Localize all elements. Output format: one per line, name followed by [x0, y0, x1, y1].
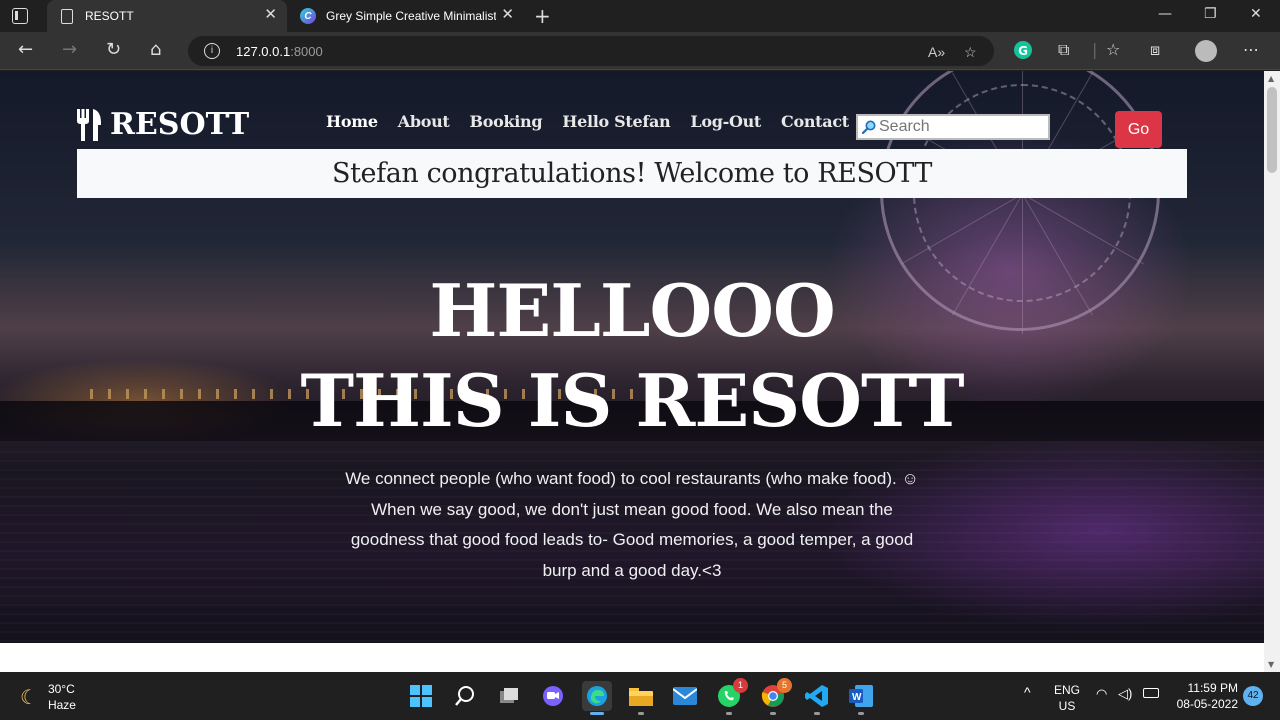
- nav-contact[interactable]: Contact: [781, 112, 849, 131]
- hero-lead-text: We connect people (who want food) to coo…: [345, 469, 919, 580]
- close-tab-icon[interactable]: ✕: [264, 7, 277, 23]
- hero-heading-line1: HELLOOO: [429, 268, 835, 353]
- new-tab-icon[interactable]: +: [534, 4, 551, 28]
- battery-icon[interactable]: [1143, 688, 1159, 698]
- nav-home[interactable]: Home: [326, 112, 378, 131]
- forward-icon[interactable]: →: [62, 40, 77, 60]
- page-scrollbar[interactable]: ▲ ▼: [1264, 71, 1280, 672]
- weather-temp: 30°C: [47, 682, 75, 696]
- divider: |: [1092, 40, 1098, 59]
- nav-hello-user[interactable]: Hello Stefan: [562, 112, 670, 131]
- clock-date: 08-05-2022: [1176, 697, 1238, 711]
- tab-actions-icon[interactable]: [12, 8, 28, 24]
- search-taskbar-icon[interactable]: [450, 681, 480, 711]
- restore-icon[interactable]: ❐: [1204, 6, 1217, 22]
- scroll-up-icon[interactable]: ▲: [1268, 74, 1274, 83]
- favorites-icon[interactable]: ☆: [1106, 40, 1120, 59]
- search-box: [856, 114, 1050, 140]
- task-view-icon[interactable]: [494, 681, 524, 711]
- minimize-icon[interactable]: —: [1158, 6, 1172, 22]
- hero-heading-line2: THIS IS RESOTT: [300, 358, 964, 443]
- window-close-icon[interactable]: ✕: [1250, 6, 1262, 22]
- utensils-icon: [76, 108, 102, 141]
- tab-title: Grey Simple Creative Minimalist: [326, 9, 496, 23]
- brand-name: RESOTT: [110, 107, 250, 142]
- address-host: 127.0.0.1: [236, 43, 291, 59]
- edge-taskbar-icon[interactable]: [582, 681, 612, 715]
- nav-logout[interactable]: Log-Out: [690, 112, 761, 131]
- hero-heading: HELLOOO THIS IS RESOTT: [0, 266, 1264, 446]
- wifi-icon[interactable]: ◠: [1096, 686, 1107, 702]
- search-icon: [861, 120, 876, 135]
- profile-avatar[interactable]: [1195, 40, 1217, 62]
- back-icon[interactable]: ←: [18, 40, 33, 60]
- volume-icon[interactable]: ◁): [1118, 686, 1132, 702]
- mail-icon[interactable]: [670, 681, 700, 711]
- windows-taskbar: ☾ 30°C Haze 1 5 W ^ ENG US ◠ ◁) 11:59 PM…: [0, 672, 1280, 720]
- scrollbar-thumb[interactable]: [1267, 87, 1277, 173]
- word-icon[interactable]: W: [846, 681, 876, 715]
- welcome-alert: Stefan congratulations! Welcome to RESOT…: [77, 149, 1187, 198]
- whatsapp-badge: 1: [733, 678, 748, 693]
- browser-tab-bar: RESOTT ✕ C Grey Simple Creative Minimali…: [0, 0, 1280, 32]
- tab-canva[interactable]: C Grey Simple Creative Minimalist ✕: [288, 0, 524, 32]
- canva-icon: C: [300, 8, 316, 24]
- nav-about[interactable]: About: [398, 112, 450, 131]
- home-icon[interactable]: ⌂: [150, 40, 161, 60]
- file-explorer-icon[interactable]: [626, 681, 656, 715]
- add-favorite-icon[interactable]: ☆: [964, 44, 977, 61]
- info-icon[interactable]: i: [204, 43, 220, 59]
- grammarly-icon[interactable]: G: [1014, 41, 1032, 59]
- page-viewport: RESOTT Home About Booking Hello Stefan L…: [0, 71, 1264, 672]
- address-port: :8000: [290, 43, 323, 59]
- weather-widget[interactable]: ☾ 30°C Haze: [20, 681, 76, 713]
- scroll-down-icon[interactable]: ▼: [1268, 660, 1274, 669]
- main-nav: Home About Booking Hello Stefan Log-Out …: [326, 112, 849, 131]
- page-icon: [59, 8, 75, 24]
- language-code: ENG: [1054, 683, 1081, 697]
- tab-resott[interactable]: RESOTT ✕: [47, 0, 287, 32]
- windows-icon: [410, 685, 432, 707]
- language-region: US: [1058, 699, 1076, 713]
- vscode-icon[interactable]: [802, 681, 832, 715]
- read-aloud-icon[interactable]: A»: [928, 44, 945, 60]
- chrome-badge: 5: [777, 678, 792, 693]
- nav-booking[interactable]: Booking: [470, 112, 543, 131]
- chrome-icon[interactable]: 5: [758, 678, 792, 715]
- search-go-button[interactable]: Go: [1115, 111, 1162, 148]
- clock-time: 11:59 PM: [1187, 681, 1238, 695]
- clock[interactable]: 11:59 PM 08-05-2022: [1172, 680, 1238, 712]
- language-indicator[interactable]: ENG US: [1054, 682, 1080, 714]
- page-below-hero: [0, 643, 1264, 672]
- refresh-icon[interactable]: ↻: [106, 40, 121, 60]
- extensions-icon[interactable]: ⧉: [1058, 40, 1069, 60]
- notification-badge[interactable]: 42: [1243, 686, 1263, 706]
- more-icon[interactable]: ⋯: [1243, 40, 1259, 59]
- weather-desc: Haze: [47, 698, 76, 712]
- chat-icon[interactable]: [538, 681, 568, 711]
- start-button[interactable]: [406, 681, 436, 711]
- hero-section: RESOTT Home About Booking Hello Stefan L…: [0, 71, 1264, 643]
- moon-icon: ☾: [20, 686, 38, 709]
- search-input[interactable]: [879, 118, 1039, 136]
- svg-text:W: W: [852, 692, 862, 703]
- chevron-up-icon[interactable]: ^: [1024, 684, 1031, 700]
- close-tab-icon[interactable]: ✕: [501, 7, 514, 23]
- address-bar[interactable]: i 127.0.0.1:8000 A» ☆: [188, 36, 994, 66]
- collections-icon[interactable]: ⧈: [1150, 40, 1160, 60]
- browser-toolbar: ← → ↻ ⌂ i 127.0.0.1:8000 A» ☆ G ⧉ | ☆ ⧈ …: [0, 32, 1280, 70]
- whatsapp-icon[interactable]: 1: [714, 678, 748, 715]
- site-logo[interactable]: RESOTT: [76, 107, 249, 142]
- tab-title: RESOTT: [85, 9, 134, 23]
